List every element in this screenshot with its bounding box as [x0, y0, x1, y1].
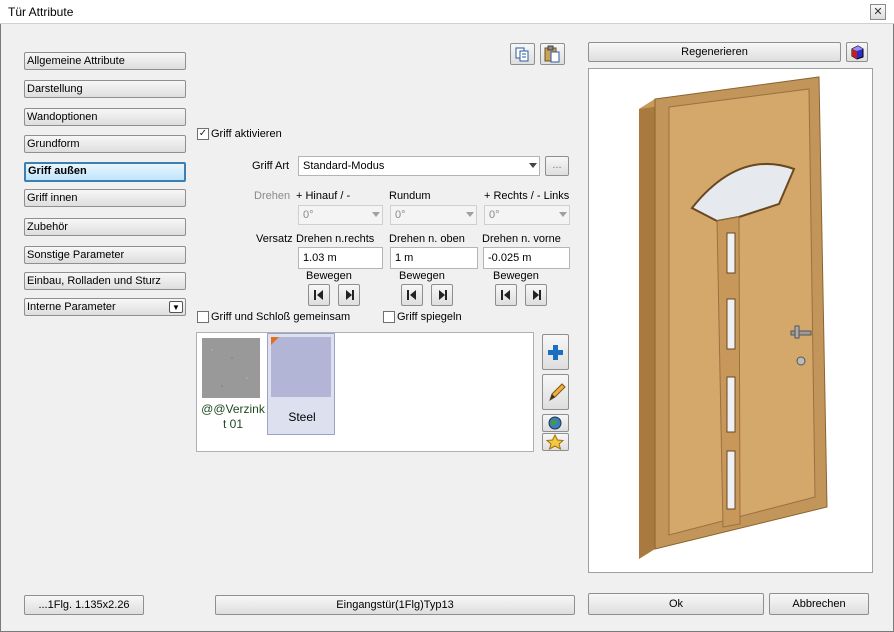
- nav-sonstige-parameter[interactable]: Sonstige Parameter: [24, 246, 186, 264]
- bewegen-col2-label: Bewegen: [399, 270, 445, 282]
- glass-pane: [726, 450, 736, 510]
- drehen-col1-select[interactable]: 0°: [298, 205, 383, 225]
- copy-button[interactable]: [510, 43, 535, 65]
- handle-plate: [794, 325, 800, 339]
- texture-icon: [202, 338, 260, 398]
- regenerate-button[interactable]: Regenerieren: [588, 42, 841, 62]
- nav-wandoptionen[interactable]: Wandoptionen: [24, 108, 186, 126]
- dropdown-arrow-icon: [529, 163, 537, 168]
- nav-zubehoer[interactable]: Zubehör: [24, 218, 186, 236]
- door-handle: [790, 330, 812, 336]
- selection-corner-icon: [271, 337, 279, 345]
- door-preview: [588, 68, 873, 573]
- dropdown-arrow-icon: [466, 212, 474, 217]
- glass-pane: [726, 232, 736, 274]
- web-material-button[interactable]: [542, 414, 569, 432]
- drehen-col3-header: + Rechts / - Links: [484, 190, 570, 202]
- keyhole: [796, 356, 806, 366]
- material-name-verzinkt: @@Verzink t 01: [201, 402, 265, 431]
- edit-material-button[interactable]: [542, 374, 569, 410]
- paste-button[interactable]: [540, 43, 565, 65]
- versatz-col2-input[interactable]: 1 m: [390, 247, 478, 269]
- bewegen-col3-right-button[interactable]: [525, 284, 547, 306]
- door-size-button[interactable]: ...1Flg. 1.135x2.26: [24, 595, 144, 615]
- material-swatch-verzinkt: [202, 338, 260, 398]
- versatz-col1-input[interactable]: 1.03 m: [298, 247, 383, 269]
- griff-art-label: Griff Art: [252, 160, 290, 172]
- drehen-col1-value: 0°: [303, 209, 314, 221]
- versatz-label: Versatz: [256, 233, 293, 245]
- door-3d-illustration: [639, 76, 828, 559]
- nav-grundform[interactable]: Grundform: [24, 135, 186, 153]
- interne-parameter-label: Interne Parameter: [27, 301, 116, 313]
- nav-allgemeine-attribute[interactable]: Allgemeine Attribute: [24, 52, 186, 70]
- griff-schloss-gemeinsam-label: Griff und Schloß gemeinsam: [211, 311, 351, 323]
- griff-art-more-button[interactable]: ...: [545, 156, 569, 176]
- glass-pane: [726, 376, 736, 433]
- griff-art-select[interactable]: Standard-Modus: [298, 156, 540, 176]
- bewegen-col1-left-button[interactable]: [308, 284, 330, 306]
- material-item-selected[interactable]: Steel: [267, 333, 335, 435]
- ok-button[interactable]: Ok: [588, 593, 764, 615]
- griff-schloss-gemeinsam-checkbox[interactable]: [197, 311, 209, 323]
- drehen-col2-value: 0°: [395, 209, 406, 221]
- drehen-col2-select[interactable]: 0°: [390, 205, 477, 225]
- dialog-title: Tür Attribute: [8, 5, 74, 19]
- add-material-button[interactable]: [542, 334, 569, 370]
- plus-icon: [548, 345, 563, 360]
- bewegen-col1-right-button[interactable]: [338, 284, 360, 306]
- door-type-button[interactable]: Eingangstür(1Flg)Typ13: [215, 595, 575, 615]
- drehen-col3-select[interactable]: 0°: [484, 205, 570, 225]
- griff-art-value: Standard-Modus: [303, 160, 385, 172]
- dropdown-arrow-icon: [372, 212, 380, 217]
- glass-pane: [726, 298, 736, 350]
- paste-icon: [544, 45, 560, 63]
- dropdown-arrow-icon: [559, 212, 567, 217]
- material-list: @@Verzink t 01 Steel: [196, 332, 534, 452]
- drehen-col1-header: + Hinauf / -: [296, 190, 351, 202]
- nav-einbau-rolladen-sturz[interactable]: Einbau, Rolladen und Sturz: [24, 272, 186, 290]
- material-swatch-steel: [271, 337, 331, 397]
- frame-side: [639, 99, 655, 559]
- bewegen-col1-label: Bewegen: [306, 270, 352, 282]
- bewegen-col2-left-button[interactable]: [401, 284, 423, 306]
- globe-icon: [548, 416, 562, 430]
- pencil-icon: [549, 383, 566, 402]
- griff-aktivieren-checkbox[interactable]: ✓: [197, 128, 209, 140]
- nav-interne-parameter-dropdown[interactable]: Interne Parameter ▼: [24, 298, 186, 316]
- griff-spiegeln-label: Griff spiegeln: [397, 311, 462, 323]
- bewegen-col2-right-button[interactable]: [431, 284, 453, 306]
- close-button[interactable]: ✕: [870, 4, 886, 20]
- versatz-col3-header: Drehen n. vorne: [482, 233, 561, 245]
- drehen-col3-value: 0°: [489, 209, 500, 221]
- material-item[interactable]: @@Verzink t 01: [200, 336, 265, 434]
- chevron-down-icon: ▼: [169, 301, 183, 313]
- copy-icon: [515, 47, 529, 62]
- drehen-col2-header: Rundum: [389, 190, 431, 202]
- star-icon: [545, 433, 565, 451]
- bewegen-col3-label: Bewegen: [493, 270, 539, 282]
- cube-icon: [851, 45, 864, 60]
- door-leaf: [668, 88, 816, 536]
- cancel-button[interactable]: Abbrechen: [769, 593, 869, 615]
- griff-aktivieren-label: Griff aktivieren: [211, 128, 282, 140]
- favorite-material-button[interactable]: [542, 433, 569, 451]
- drehen-label: Drehen: [254, 190, 291, 202]
- versatz-col1-header: Drehen n.rechts: [296, 233, 375, 245]
- versatz-col2-header: Drehen n. oben: [389, 233, 465, 245]
- versatz-col3-input[interactable]: -0.025 m: [483, 247, 570, 269]
- nav-griff-innen[interactable]: Griff innen: [24, 189, 186, 207]
- title-bar: Tür Attribute ✕: [0, 0, 894, 24]
- nav-griff-aussen[interactable]: Griff außen: [24, 162, 186, 182]
- nav-darstellung[interactable]: Darstellung: [24, 80, 186, 98]
- material-name-steel: Steel: [288, 410, 316, 424]
- griff-spiegeln-checkbox[interactable]: [383, 311, 395, 323]
- view-3d-button[interactable]: [846, 42, 868, 62]
- bewegen-col3-left-button[interactable]: [495, 284, 517, 306]
